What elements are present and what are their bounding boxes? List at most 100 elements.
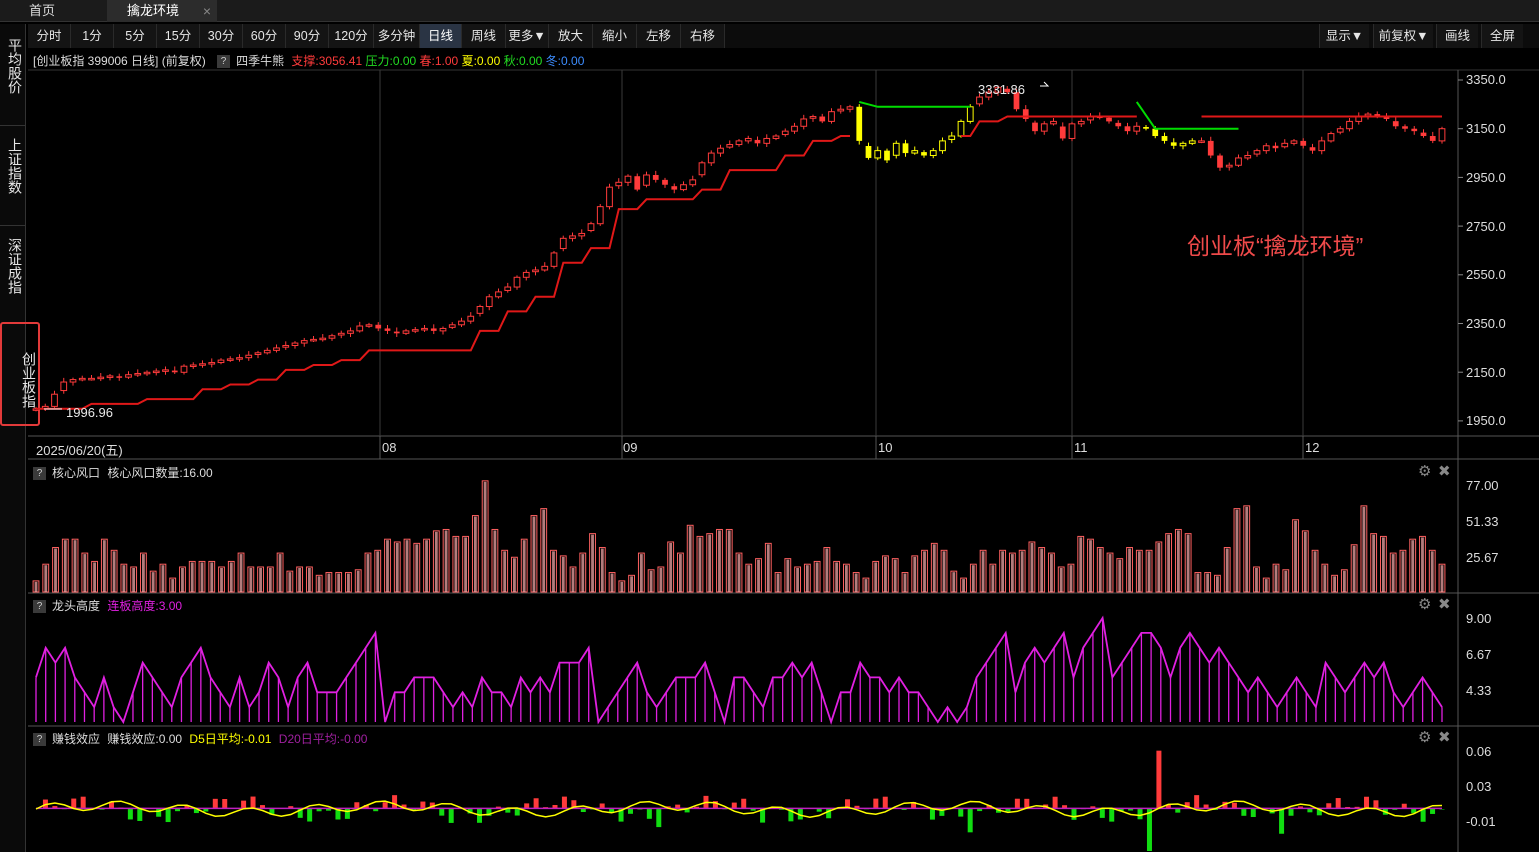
- core-bar-fill: [620, 581, 624, 592]
- candle-body: [1253, 150, 1261, 155]
- core-bar-fill: [210, 562, 214, 592]
- core-bar-fill: [1333, 576, 1337, 592]
- core-bar-fill: [1020, 551, 1024, 592]
- close-icon[interactable]: ✖: [1438, 595, 1451, 613]
- profit-bar: [967, 809, 973, 833]
- core-bar-fill: [854, 573, 858, 592]
- candle-body: [171, 370, 178, 373]
- candle-body: [1179, 142, 1187, 147]
- candle-body: [134, 373, 142, 376]
- candle-body: [1059, 126, 1066, 139]
- core-bar-fill: [1059, 567, 1063, 592]
- profit-bar: [137, 809, 143, 821]
- candle-body: [51, 393, 58, 407]
- candle-body: [837, 108, 845, 112]
- core-bar-fill: [415, 544, 419, 592]
- candle-body: [532, 269, 539, 273]
- candle-body: [448, 324, 456, 328]
- candle-body: [152, 370, 160, 374]
- core-bar-fill: [317, 576, 321, 592]
- candle-body: [957, 120, 965, 137]
- core-bar-fill: [532, 516, 536, 592]
- core-bar-fill: [44, 565, 48, 592]
- close-icon[interactable]: ✖: [1438, 462, 1451, 480]
- close-icon[interactable]: ✖: [1438, 728, 1451, 746]
- core-bar-fill: [1030, 542, 1034, 592]
- core-bar-fill: [864, 579, 868, 592]
- candle-body: [948, 135, 956, 140]
- candle-body: [569, 235, 576, 239]
- profit-bar: [958, 809, 964, 817]
- core-bar-fill: [1001, 551, 1005, 592]
- core-bar-fill: [874, 562, 878, 592]
- candle-body: [1429, 136, 1436, 141]
- panel-profit-value: 赚钱效应:0.00: [107, 732, 183, 746]
- core-bar-fill: [307, 567, 311, 592]
- core-bar-fill: [1176, 530, 1180, 592]
- gear-icon[interactable]: ⚙: [1418, 462, 1431, 480]
- profit-bar: [439, 809, 445, 816]
- core-bar-fill: [1352, 545, 1356, 592]
- month-label: 10: [878, 440, 893, 455]
- core-bar-fill: [1421, 537, 1424, 592]
- core-bar-fill: [190, 562, 194, 592]
- core-bar-fill: [1284, 570, 1288, 592]
- candle-body: [1022, 109, 1029, 119]
- core-bar-fill: [1382, 537, 1385, 592]
- candle-body: [291, 342, 299, 346]
- candle-body: [828, 111, 835, 122]
- candle-body: [1032, 122, 1038, 132]
- gear-icon[interactable]: ⚙: [1418, 595, 1431, 613]
- core-bar-fill: [659, 567, 663, 592]
- help-icon[interactable]: ?: [33, 467, 46, 481]
- core-bar-fill: [1098, 548, 1102, 592]
- panel-height-value: 连板高度:3.00: [107, 599, 183, 613]
- core-bar-fill: [1440, 565, 1444, 592]
- core-bar-fill: [356, 570, 360, 592]
- candle-body: [1309, 147, 1316, 151]
- candle-body: [1327, 133, 1335, 142]
- candle-body: [458, 320, 465, 326]
- candle-body: [467, 315, 475, 322]
- chart-annotation: 创业板“擒龙环境”: [1187, 233, 1364, 259]
- panel-profit-title: ? 赚钱效应 赚钱效应:0.00 D5日平均:-0.01 D20日平均:-0.00: [33, 730, 367, 747]
- candle-body: [1115, 122, 1122, 127]
- profit-bar: [1109, 809, 1115, 822]
- profit-bar: [882, 796, 888, 809]
- panel-profit-name: 赚钱效应: [52, 732, 101, 746]
- date-first: 2025/06/20(五): [36, 443, 123, 458]
- profit-bar: [212, 798, 218, 809]
- core-bar-fill: [1118, 559, 1122, 592]
- core-bar-fill: [93, 562, 96, 592]
- core-bar-fill: [649, 570, 653, 592]
- core-bar-fill: [815, 562, 819, 592]
- candle-body: [236, 357, 243, 360]
- profit-bar: [1014, 798, 1020, 809]
- candle-body: [439, 327, 447, 332]
- core-bar-fill: [903, 573, 907, 592]
- chart-canvas: [28, 69, 1539, 852]
- y-tick: 2550.0: [1466, 267, 1506, 282]
- candle-body: [273, 347, 280, 351]
- candle-body: [125, 374, 132, 378]
- core-bar-fill: [200, 562, 204, 592]
- core-bar-fill: [1079, 537, 1083, 592]
- panel-core-title: ? 核心风口 核心风口数量:16.00: [33, 464, 213, 481]
- help-icon[interactable]: ?: [33, 733, 46, 747]
- candle-body: [781, 130, 789, 136]
- core-bar-fill: [1362, 506, 1366, 592]
- core-bar-fill: [1069, 565, 1073, 592]
- core-bar-fill: [1342, 570, 1346, 592]
- help-icon[interactable]: ?: [33, 600, 46, 614]
- gear-icon[interactable]: ⚙: [1418, 728, 1431, 746]
- profit-bar: [1146, 809, 1152, 851]
- core-bar-fill: [376, 551, 380, 592]
- profit-bar: [316, 809, 322, 812]
- core-bar-fill: [1196, 573, 1200, 592]
- profit-bar: [1307, 809, 1313, 813]
- core-bar-fill: [337, 573, 341, 592]
- candle-body: [143, 371, 151, 375]
- candle-body: [680, 184, 687, 191]
- core-bar-fill: [1245, 506, 1249, 592]
- core-bar-fill: [669, 542, 673, 592]
